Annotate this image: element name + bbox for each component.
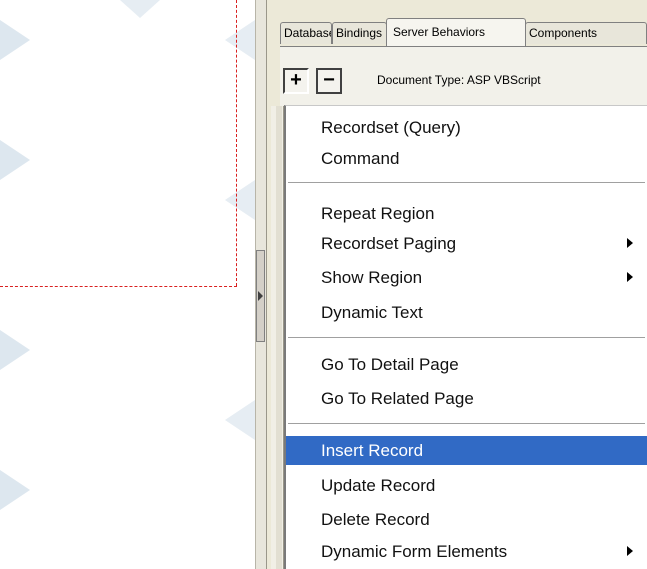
submenu-arrow-icon xyxy=(627,238,633,248)
menu-separator xyxy=(288,337,645,339)
menu-item-show-region[interactable]: Show Region xyxy=(286,263,647,292)
menu-item-dynamic-form-elements[interactable]: Dynamic Form Elements xyxy=(286,537,647,566)
tab-components[interactable]: Components xyxy=(525,22,647,44)
menu-item-command[interactable]: Command xyxy=(286,144,647,173)
remove-behavior-button[interactable]: − xyxy=(316,68,342,94)
document-type-label: Document Type: ASP VBScript xyxy=(377,73,541,87)
submenu-arrow-icon xyxy=(627,546,633,556)
add-behavior-button[interactable]: + xyxy=(283,68,309,94)
menu-item-recordset-paging[interactable]: Recordset Paging xyxy=(286,229,647,258)
menu-separator xyxy=(288,423,645,425)
menu-item-go-to-detail-page[interactable]: Go To Detail Page xyxy=(286,350,647,379)
expand-arrow-icon[interactable] xyxy=(258,291,263,301)
dashed-region-border-bottom xyxy=(0,286,237,287)
tab-databases[interactable]: Databases xyxy=(280,22,332,44)
submenu-arrow-icon xyxy=(627,272,633,282)
menu-item-recordset-query[interactable]: Recordset (Query) xyxy=(286,113,647,142)
menu-item-repeat-region[interactable]: Repeat Region xyxy=(286,199,647,228)
tab-bindings[interactable]: Bindings xyxy=(332,22,387,44)
menu-item-delete-record[interactable]: Delete Record xyxy=(286,505,647,534)
menu-item-insert-record[interactable]: Insert Record xyxy=(286,436,647,465)
menu-item-dynamic-text[interactable]: Dynamic Text xyxy=(286,298,647,327)
menu-item-go-to-related-page[interactable]: Go To Related Page xyxy=(286,384,647,413)
menu-separator xyxy=(288,182,645,184)
panel-tabs: Databases Bindings Components Server Beh… xyxy=(280,14,647,46)
tab-server-behaviors[interactable]: Server Behaviors xyxy=(386,18,526,46)
panel-list-edge-line xyxy=(276,106,282,569)
menu-item-update-record[interactable]: Update Record xyxy=(286,471,647,500)
dashed-region-border-right xyxy=(236,0,237,286)
